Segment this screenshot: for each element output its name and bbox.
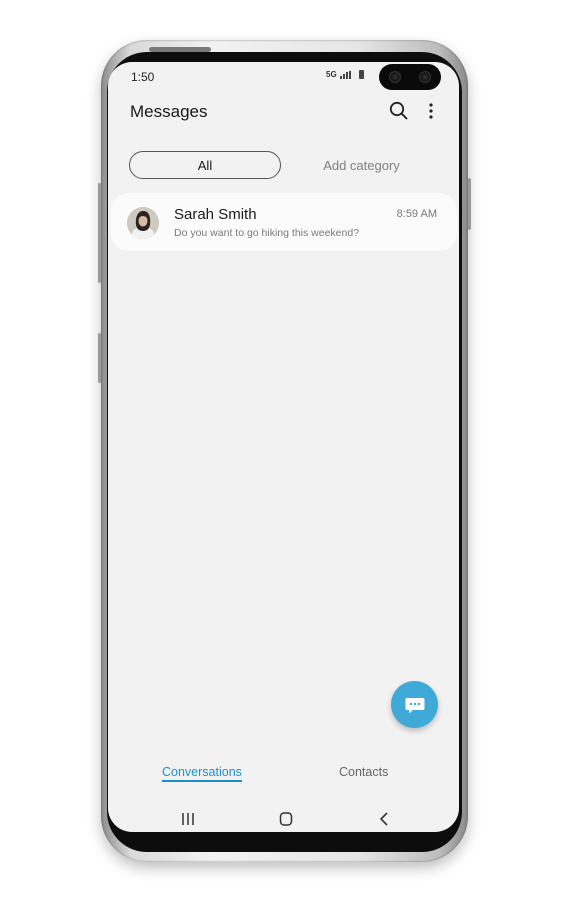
more-options-button[interactable] [421,100,441,122]
search-icon [389,101,408,120]
conversation-preview: Do you want to go hiking this weekend? [174,227,360,239]
new-message-button[interactable] [391,681,438,728]
back-button[interactable] [371,810,397,828]
volume-button [98,183,101,283]
battery-icon [358,70,364,79]
page-title: Messages [130,102,208,121]
avatar [127,207,159,239]
status-bar: 1:50 5G [108,62,459,90]
contact-photo-icon [127,207,159,239]
back-icon [380,812,388,826]
home-icon [279,812,293,826]
camera-lens-icon [389,71,401,83]
system-navigation-bar [108,806,459,832]
power-button [468,178,471,230]
add-category-button[interactable]: Add category [288,151,435,179]
conversation-item[interactable]: Sarah Smith 8:59 AM Do you want to go hi… [111,193,457,251]
network-type: 5G [326,70,337,79]
signal-icon [339,70,351,79]
earpiece-speaker [149,47,211,52]
status-icons: 5G [326,70,364,79]
phone-screen: 1:50 5G Messages All Add category Sarah … [108,62,459,832]
bixby-button [98,333,101,383]
camera-lens-icon [419,71,431,83]
search-button[interactable] [388,100,410,122]
conversation-contact-name: Sarah Smith [174,206,257,223]
conversation-timestamp: 8:59 AM [396,208,437,220]
chat-bubble-icon [405,697,424,713]
category-tab-all[interactable]: All [129,151,281,179]
status-time: 1:50 [131,70,155,84]
camera-cutout [379,64,441,90]
more-vertical-icon [429,103,433,119]
recents-button[interactable] [175,810,201,828]
tab-conversations[interactable]: Conversations [162,765,242,782]
tab-contacts[interactable]: Contacts [339,765,388,779]
recents-icon [182,813,194,825]
home-button[interactable] [273,810,299,828]
